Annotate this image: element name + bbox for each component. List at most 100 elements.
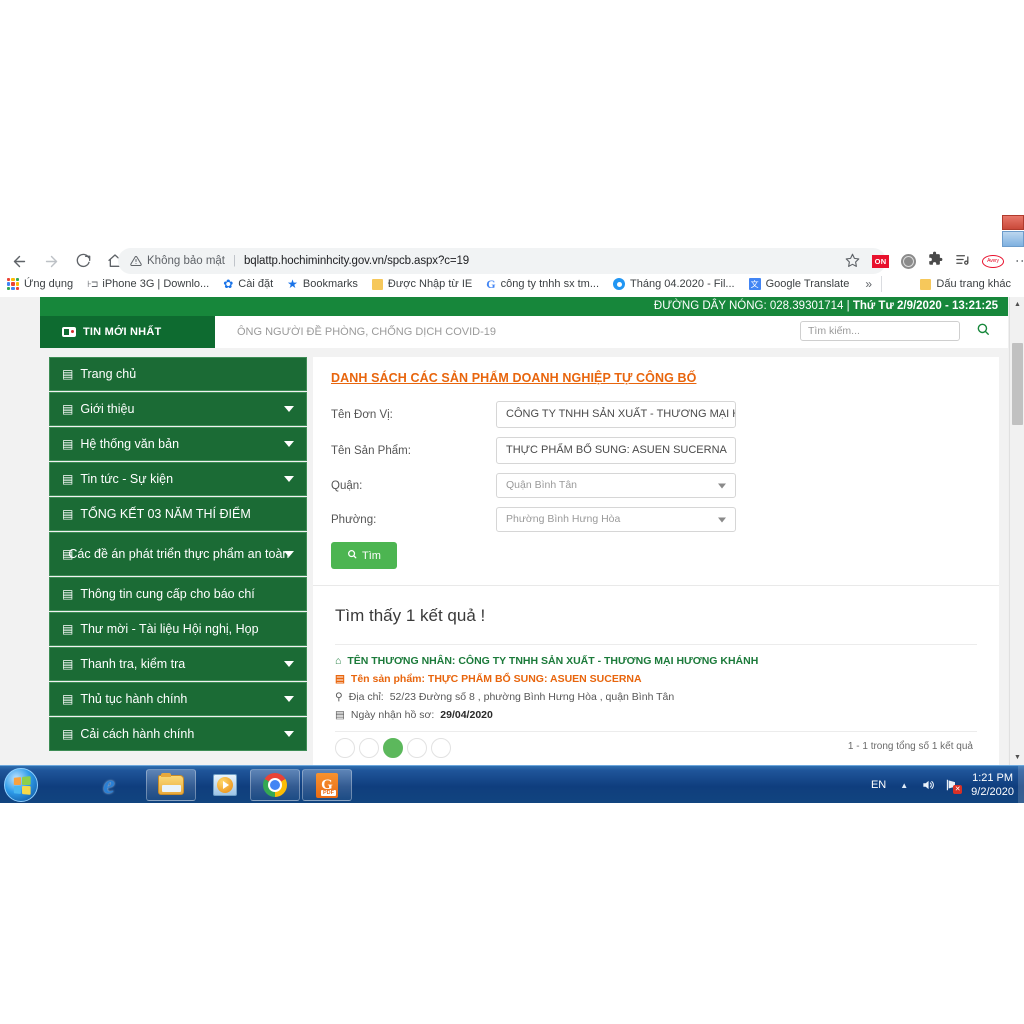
site-search-input[interactable]: Tìm kiếm... [800, 321, 960, 341]
sidebar-item-label: Trang chủ [80, 366, 137, 381]
result-address-label: Địa chỉ: [348, 691, 384, 704]
taskbar-windows-explorer[interactable] [146, 769, 196, 801]
blue-circle-icon [613, 278, 626, 290]
start-button[interactable] [4, 768, 38, 802]
chevron-down-icon[interactable] [284, 476, 294, 482]
product-name-input[interactable]: THỰC PHẨM BỔ SUNG: ASUEN SUCERNA [496, 437, 736, 464]
result-date-line: ▤ Ngày nhận hồ sơ: 29/04/2020 [335, 709, 977, 722]
sidebar-item-thanh-tra[interactable]: ▤ Thanh tra, kiểm tra [49, 647, 307, 681]
latest-news-label: TIN MỚI NHẤT [83, 326, 162, 338]
taskbar-pdf-reader[interactable]: G PDF [302, 769, 352, 801]
bookmark-thang04[interactable]: Tháng 04.2020 - Fil... [606, 273, 742, 295]
unit-name-input[interactable]: CÔNG TY TNHH SẢN XUẤT - THƯƠNG MẠI H [496, 401, 736, 428]
district-select[interactable]: Quận Bình Tân [496, 473, 736, 498]
bookmark-ie-imported[interactable]: Được Nhập từ IE [365, 273, 479, 295]
district-label: Quận: [331, 479, 363, 492]
sidebar-item-thu-moi[interactable]: ▤ Thư mời - Tài liệu Hội nghị, Họp [49, 612, 307, 646]
sidebar-item-label: Tin tức - Sự kiện [80, 471, 174, 486]
scrollbar-thumb[interactable] [1012, 343, 1023, 425]
bookmarks-divider [881, 276, 882, 292]
pagination-page-1[interactable] [383, 737, 403, 758]
result-item[interactable]: ⌂ TÊN THƯƠNG NHÂN: CÔNG TY TNHH SẢN XUẤT… [335, 655, 977, 723]
list-icon: ▤ [335, 673, 345, 686]
search-button[interactable]: Tìm [331, 542, 397, 569]
sidebar-item-label: Thủ tục hành chính [80, 691, 188, 706]
bookmark-iphone3g[interactable]: ⊦⊐ iPhone 3G | Downlo... [80, 273, 216, 295]
pagination-first[interactable] [335, 737, 355, 758]
sidebar-item-label: Các đề án phát triển thực phẩm an toàn [68, 546, 290, 561]
pagination-buttons [335, 737, 451, 758]
pagination: 1 - 1 trong tổng số 1 kết quả [335, 732, 977, 762]
sidebar-item-cac-de-an[interactable]: ▤ Các đề án phát triển thực phẩm an toàn [49, 532, 307, 576]
chrome-icon [263, 773, 287, 797]
window-close-fragment[interactable] [1002, 215, 1024, 230]
bookmark-label: Tháng 04.2020 - Fil... [630, 278, 735, 290]
page-viewport: ĐƯỜNG DÂY NÓNG: 028.39301714 | Thứ Tư 2/… [0, 297, 1024, 765]
chevron-down-icon[interactable] [284, 696, 294, 702]
bookmark-caidat[interactable]: ✿ Cài đặt [216, 273, 280, 295]
reading-list-icon[interactable] [955, 252, 970, 270]
chevron-up-icon[interactable]: ▲ [900, 781, 908, 790]
latest-news-badge[interactable]: TIN MỚI NHẤT [40, 316, 215, 348]
bookmark-label: iPhone 3G | Downlo... [102, 278, 210, 290]
bookmark-google-translate[interactable]: 文 Google Translate [742, 273, 857, 295]
list-icon: ▤ [62, 657, 74, 671]
list-icon: ▤ [62, 622, 74, 636]
pagination-next[interactable] [407, 737, 427, 758]
hd-icon: ⊦⊐ [87, 278, 98, 289]
bookmark-bookmarks[interactable]: ★ Bookmarks [280, 273, 365, 295]
chevron-down-icon[interactable] [284, 441, 294, 447]
chevron-down-icon[interactable] [284, 661, 294, 667]
sidebar-item-label: Thanh tra, kiểm tra [80, 656, 186, 671]
speaker-icon[interactable] [921, 778, 935, 792]
list-icon: ▤ [62, 472, 74, 486]
sidebar-item-cai-cach-hanh-chinh[interactable]: ▤ Cải cách hành chính [49, 717, 307, 751]
home-icon: ⌂ [335, 655, 342, 667]
sidebar-item-trang-chu[interactable]: ▤ Trang chủ [49, 357, 307, 391]
pagination-last[interactable] [431, 737, 451, 758]
star-icon: ★ [287, 277, 298, 291]
page-scrollbar[interactable]: ▲ ▼ [1009, 297, 1024, 765]
puzzle-extensions-icon[interactable] [928, 251, 943, 271]
sidebar-item-label: TỔNG KẾT 03 NĂM THÍ ĐIỂM [80, 506, 251, 521]
bookmark-apps[interactable]: Ứng dụng [0, 273, 80, 295]
scroll-down-arrow[interactable]: ▼ [1010, 750, 1024, 765]
folder-icon [158, 773, 184, 795]
network-error-icon[interactable]: ✕ [944, 778, 963, 794]
chevron-down-icon[interactable] [284, 551, 294, 557]
taskbar-clock[interactable]: 1:21 PM 9/2/2020 [971, 771, 1024, 799]
pagination-prev[interactable] [359, 737, 379, 758]
result-date-label: Ngày nhận hồ sơ: [350, 709, 435, 722]
sidebar-item-tong-ket-03-nam[interactable]: ▤ TỔNG KẾT 03 NĂM THÍ ĐIỂM [49, 497, 307, 531]
other-bookmarks-button[interactable]: Dấu trang khác [913, 273, 1018, 295]
adblock-on-icon[interactable]: ON [872, 254, 889, 268]
globe-extension-icon[interactable] [901, 253, 916, 269]
chevron-down-icon[interactable] [284, 406, 294, 412]
result-product-text: Tên sản phẩm: THỰC PHẨM BỔ SUNG: ASUEN S… [350, 673, 642, 686]
website-content: ĐƯỜNG DÂY NÓNG: 028.39301714 | Thứ Tư 2/… [40, 297, 1008, 765]
bookmark-star-icon[interactable] [845, 253, 860, 273]
chevron-down-icon [718, 483, 726, 488]
show-desktop-button[interactable] [1018, 766, 1024, 804]
list-icon: ▤ [62, 727, 74, 741]
kebab-menu-icon[interactable]: ⋮ [1015, 254, 1024, 268]
taskbar-google-chrome[interactable] [250, 769, 300, 801]
avery-extension-icon[interactable]: Avery [982, 254, 1004, 268]
sidebar-item-gioi-thieu[interactable]: ▤ Giới thiệu [49, 392, 307, 426]
taskbar-internet-explorer[interactable]: e [84, 769, 134, 801]
sidebar-item-thong-tin-bao-chi[interactable]: ▤ Thông tin cung cấp cho báo chí [49, 577, 307, 611]
bookmarks-overflow-icon[interactable]: » [865, 277, 872, 291]
ward-select[interactable]: Phường Bình Hưng Hòa [496, 507, 736, 532]
form-row-unit: Tên Đơn Vị: CÔNG TY TNHH SẢN XUẤT - THƯƠ… [331, 401, 981, 428]
sidebar-item-he-thong-van-ban[interactable]: ▤ Hệ thống văn bản [49, 427, 307, 461]
search-icon[interactable] [976, 322, 990, 341]
language-indicator[interactable]: EN [871, 779, 886, 791]
news-ticker-text[interactable]: ÔNG NGƯỜI ĐỀ PHÒNG, CHỐNG DỊCH COVID-19 [237, 326, 496, 338]
sidebar-item-thu-tuc-hanh-chinh[interactable]: ▤ Thủ tục hành chính [49, 682, 307, 716]
sidebar-item-tin-tuc-su-kien[interactable]: ▤ Tin tức - Sự kiện [49, 462, 307, 496]
security-status-label: Không bảo mật [147, 255, 226, 267]
chevron-down-icon[interactable] [284, 731, 294, 737]
taskbar-media-player[interactable] [200, 769, 250, 801]
scroll-up-arrow[interactable]: ▲ [1010, 297, 1024, 312]
bookmark-congty[interactable]: G công ty tnhh sx tm... [479, 273, 606, 295]
